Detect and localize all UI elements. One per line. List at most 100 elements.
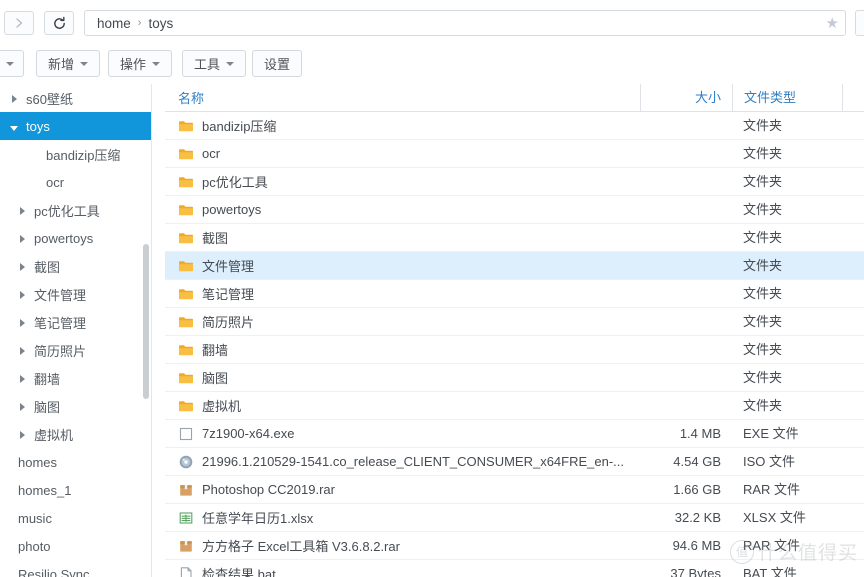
breadcrumb-item-home[interactable]: home xyxy=(97,16,131,31)
chevron-down-icon[interactable] xyxy=(8,120,20,133)
sidebar-item-8[interactable]: 笔记管理 xyxy=(0,308,151,336)
file-name-label: ocr xyxy=(202,146,221,161)
cell-type: EXE 文件 xyxy=(743,426,799,441)
sidebar-item-label: 脑图 xyxy=(34,399,61,415)
forward-button[interactable] xyxy=(4,11,34,35)
column-header-size[interactable]: 大小 xyxy=(640,84,732,111)
folder-icon xyxy=(179,260,193,271)
breadcrumb-item-toys[interactable]: toys xyxy=(148,16,173,31)
sidebar-scrollbar-thumb[interactable] xyxy=(143,244,149,399)
chevron-right-icon[interactable] xyxy=(8,92,20,105)
table-row[interactable]: 脑图 文件夹 xyxy=(165,364,864,392)
table-row[interactable]: 21996.1.210529-1541.co_release_CLIENT_CO… xyxy=(165,448,864,476)
path-breadcrumb-field[interactable]: home › toys ★ xyxy=(84,10,846,36)
column-header-name[interactable]: 名称 xyxy=(165,88,640,107)
cell-size xyxy=(640,364,732,391)
cell-name: 任意学年日历1.xlsx xyxy=(165,508,640,527)
cell-size: 1.66 GB xyxy=(673,482,721,497)
chevron-right-icon[interactable] xyxy=(16,316,28,329)
table-row[interactable]: Photoshop CC2019.rar 1.66 GB RAR 文件 xyxy=(165,476,864,504)
table-row[interactable]: powertoys 文件夹 xyxy=(165,196,864,224)
chevron-right-icon[interactable] xyxy=(16,344,28,357)
column-header-spacer xyxy=(842,84,864,111)
table-row[interactable]: 笔记管理 文件夹 xyxy=(165,280,864,308)
folder-icon xyxy=(179,400,193,411)
settings-button[interactable]: 设置 xyxy=(252,50,303,77)
action-button[interactable]: 操作 xyxy=(108,50,173,77)
sidebar-item-12[interactable]: 虚拟机 xyxy=(0,420,151,448)
refresh-button[interactable] xyxy=(44,11,74,35)
chevron-right-icon[interactable] xyxy=(16,288,28,301)
overflow-button[interactable] xyxy=(855,10,864,36)
sidebar-item-9[interactable]: 简历照片 xyxy=(0,336,151,364)
sidebar-item-11[interactable]: 脑图 xyxy=(0,392,151,420)
folder-icon xyxy=(179,120,193,131)
sidebar-item-15[interactable]: music xyxy=(0,504,151,532)
cell-name: 虚拟机 xyxy=(165,396,640,415)
table-row[interactable]: pc优化工具 文件夹 xyxy=(165,168,864,196)
sidebar-item-14[interactable]: homes_1 xyxy=(0,476,151,504)
table-row[interactable]: 方方格子 Excel工具箱 V3.6.8.2.rar 94.6 MB RAR 文件 xyxy=(165,532,864,560)
cell-spacer xyxy=(842,420,864,447)
chevron-right-icon[interactable] xyxy=(16,428,28,441)
chevron-right-icon[interactable] xyxy=(16,400,28,413)
table-row[interactable]: 检查结果.bat 37 Bytes BAT 文件 xyxy=(165,560,864,577)
settings-button-label: 设置 xyxy=(264,57,291,72)
cell-size: 32.2 KB xyxy=(674,510,721,525)
sidebar-item-4[interactable]: pc优化工具 xyxy=(0,196,151,224)
sidebar-item-3[interactable]: ocr xyxy=(0,168,151,196)
chevron-right-icon[interactable] xyxy=(16,204,28,217)
action-button-label: 操作 xyxy=(120,57,147,72)
cell-spacer xyxy=(842,196,864,223)
cell-type: XLSX 文件 xyxy=(743,510,806,525)
cell-type: 文件夹 xyxy=(743,146,783,161)
folder-tree-sidebar[interactable]: s60壁纸 toys bandizip压缩 ocr pc优化工具 powertoys 截图文… xyxy=(0,84,152,577)
table-row[interactable]: 截图 文件夹 xyxy=(165,224,864,252)
sidebar-item-13[interactable]: homes xyxy=(0,448,151,476)
file-name-label: 虚拟机 xyxy=(202,399,242,414)
sidebar-item-1[interactable]: toys xyxy=(0,112,151,140)
chevron-right-icon[interactable] xyxy=(16,232,28,245)
table-row[interactable]: 翻墙 文件夹 xyxy=(165,336,864,364)
sidebar-item-6[interactable]: 截图 xyxy=(0,252,151,280)
cell-name: 翻墙 xyxy=(165,340,640,359)
cell-size xyxy=(640,196,732,223)
sidebar-item-10[interactable]: 翻墙 xyxy=(0,364,151,392)
sidebar-item-2[interactable]: bandizip压缩 xyxy=(0,140,151,168)
sidebar-item-7[interactable]: 文件管理 xyxy=(0,280,151,308)
cell-spacer xyxy=(842,336,864,363)
sidebar-item-16[interactable]: photo xyxy=(0,532,151,560)
sidebar-item-label: 虚拟机 xyxy=(34,427,74,443)
sidebar-item-label: music xyxy=(18,510,52,526)
cell-name: 简历照片 xyxy=(165,312,640,331)
sidebar-item-5[interactable]: powertoys xyxy=(0,224,151,252)
table-row[interactable]: 7z1900-x64.exe 1.4 MB EXE 文件 xyxy=(165,420,864,448)
new-button[interactable]: 新增 xyxy=(36,50,101,77)
favorite-star-icon[interactable]: ★ xyxy=(826,16,839,31)
archive-icon xyxy=(180,540,192,552)
cell-size xyxy=(640,224,732,251)
table-row[interactable]: 文件管理 文件夹 xyxy=(165,252,864,280)
file-name-label: bandizip压缩 xyxy=(202,119,277,134)
sidebar-item-17[interactable]: Resilio Sync xyxy=(0,560,151,577)
file-name-label: 文件管理 xyxy=(202,259,255,274)
table-row[interactable]: ocr 文件夹 xyxy=(165,140,864,168)
table-row[interactable]: 任意学年日历1.xlsx 32.2 KB XLSX 文件 xyxy=(165,504,864,532)
table-row[interactable]: 虚拟机 文件夹 xyxy=(165,392,864,420)
chevron-right-icon[interactable] xyxy=(16,372,28,385)
folder-icon xyxy=(179,372,193,383)
view-mode-button[interactable] xyxy=(0,50,24,77)
tools-button[interactable]: 工具 xyxy=(182,50,247,77)
cell-size xyxy=(640,168,732,195)
sidebar-item-0[interactable]: s60壁纸 xyxy=(0,84,151,112)
table-row[interactable]: bandizip压缩 文件夹 xyxy=(165,112,864,140)
chevron-right-icon[interactable] xyxy=(16,260,28,273)
cell-size xyxy=(640,392,732,419)
exe-file-icon xyxy=(179,427,193,440)
cell-name: 检查结果.bat xyxy=(165,564,640,577)
cell-spacer xyxy=(842,364,864,391)
tree-toggle-arrow xyxy=(10,125,18,131)
cell-spacer xyxy=(842,532,864,559)
column-header-type[interactable]: 文件类型 xyxy=(732,84,842,111)
table-row[interactable]: 简历照片 文件夹 xyxy=(165,308,864,336)
